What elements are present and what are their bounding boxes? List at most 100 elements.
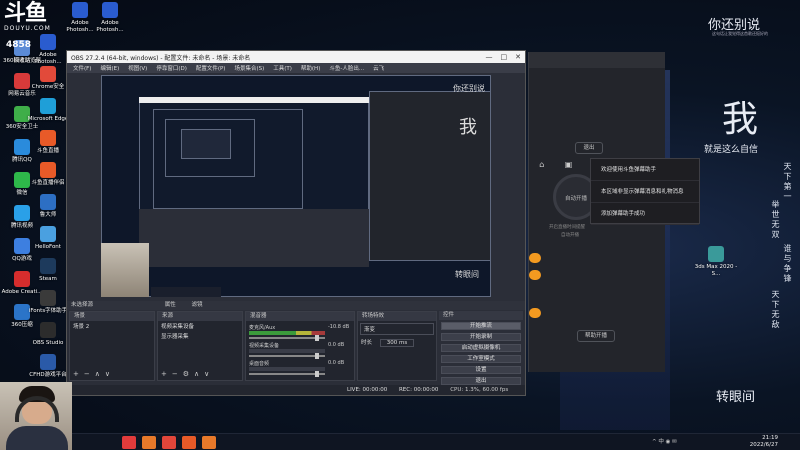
obs-menu-item[interactable]: 云飞	[373, 64, 384, 72]
app-icon	[40, 226, 56, 242]
mixer-channel-db: 0.0 dB	[328, 342, 345, 348]
desktop-icon[interactable]: Adobe Photosh...	[26, 34, 70, 65]
obs-preview[interactable]: 你还别说 我 转眼间	[101, 75, 491, 297]
desktop-icon[interactable]: Chrome安全	[26, 66, 70, 91]
popup-item: 本区域非显示弹幕消息和礼物消息	[591, 181, 699, 203]
app-icon	[40, 34, 56, 50]
desktop-icon-label: Microsoft Edge	[27, 116, 69, 122]
scene-item[interactable]: 场景 2	[70, 321, 154, 331]
taskbar-app-icon[interactable]	[162, 436, 176, 449]
wallpaper-bottom-title: 转眼间	[716, 390, 756, 405]
control-button[interactable]: 工作室模式	[441, 355, 521, 363]
desktop-icon[interactable]: Adobe Photosh...	[88, 2, 132, 33]
rec-timer: REC: 00:00:00	[398, 387, 439, 393]
douyu-logo: 斗鱼 DOUYU.COM	[4, 3, 50, 33]
desktop-icon[interactable]: 斗鱼直播	[26, 130, 70, 155]
desktop-icon-label: OBS Studio	[32, 340, 64, 346]
taskbar-app-icon[interactable]	[122, 436, 136, 449]
assistant-popup: 欢迎使用斗鱼弹幕助手 本区域非显示弹幕消息和礼物消息 添加弹幕助手成功	[590, 158, 700, 225]
mixer-header: 混音器	[246, 312, 354, 321]
app-icon	[40, 98, 56, 114]
app-icon	[40, 194, 56, 210]
control-button[interactable]: 启动虚拟摄像机	[441, 344, 521, 352]
control-button[interactable]: 开始录制	[441, 333, 521, 341]
desktop-icon[interactable]: 鲁大师	[26, 194, 70, 219]
obs-menu-item[interactable]: 场景集合(S)	[234, 64, 264, 72]
scenes-header: 场景	[70, 312, 154, 321]
taskbar-app-icon[interactable]	[142, 436, 156, 449]
control-button[interactable]: 开始推流	[441, 322, 521, 330]
volume-slider[interactable]	[249, 371, 325, 377]
control-button[interactable]: 退出	[441, 377, 521, 385]
nested-wallpaper-title: 你还别说	[453, 84, 485, 93]
desktop-icon-label: iFonts字体助手	[28, 308, 68, 314]
app-help-button[interactable]: 帮助开播	[577, 330, 615, 342]
obs-menu-item[interactable]: 视图(V)	[128, 64, 147, 72]
desktop-icon-label: HelloFont	[35, 244, 61, 250]
streamer-webcam	[0, 382, 72, 450]
photoshop-icon	[102, 2, 118, 18]
desktop-icon[interactable]: 斗鱼直播伴侣	[26, 162, 70, 187]
app-icon	[40, 322, 56, 338]
source-status: 未选择源	[71, 302, 94, 308]
source-item[interactable]: 显示器采集	[158, 331, 242, 341]
obs-menu-item[interactable]: 停靠窗口(D)	[156, 64, 187, 72]
taskbar-app-icon[interactable]	[202, 436, 216, 449]
desktop-icon[interactable]: CFHD游戏平台	[26, 354, 70, 379]
taskbar-app-icon[interactable]	[182, 436, 196, 449]
obs-menu-item[interactable]: 文件(F)	[73, 64, 91, 72]
volume-slider[interactable]	[249, 335, 325, 341]
scene-tools[interactable]: +−∧∨	[73, 370, 115, 378]
app-exit-button[interactable]: 退出	[575, 142, 603, 154]
transitions-dock: 转场特效 渐变 时长 300 ms	[357, 311, 437, 381]
desktop-icon[interactable]: OBS Studio	[26, 322, 70, 347]
obs-menu-item[interactable]: 工具(T)	[273, 64, 292, 72]
clock[interactable]: 21:19 2022/6/27	[750, 435, 778, 449]
auto-start-hint: 开启直播时间提醒	[549, 225, 585, 230]
nested-webcam	[101, 243, 149, 297]
home-icon[interactable]: ⌂	[539, 160, 544, 169]
desktop-icon-3dsmax[interactable]: 3ds Max 2020 - S...	[694, 246, 738, 277]
source-tools[interactable]: +−⚙∧∨	[161, 370, 214, 378]
minimize-icon[interactable]: —	[486, 53, 493, 61]
source-item[interactable]: 视频采集设备	[158, 321, 242, 331]
mixer-channel-name: 麦克风/Aux	[249, 325, 276, 331]
wallpaper-vertical-2: 举世无双	[771, 200, 780, 240]
nested-obs-4	[181, 129, 231, 159]
duration-label: 时长	[361, 340, 373, 346]
desktop-icon[interactable]: Microsoft Edge	[26, 98, 70, 123]
maximize-icon[interactable]: □	[501, 53, 508, 61]
desktop-icon[interactable]: iFonts字体助手	[26, 290, 70, 315]
app-icon	[40, 354, 56, 370]
app-orange-tab[interactable]	[529, 308, 541, 318]
mixer-channel-db: 0.0 dB	[328, 360, 345, 366]
control-button[interactable]: 设置	[441, 366, 521, 374]
app-orange-tab[interactable]	[529, 253, 541, 263]
wallpaper-line: 就是这么自信	[704, 145, 759, 155]
duration-input[interactable]: 300 ms	[379, 339, 415, 347]
obs-titlebar[interactable]: OBS 27.2.4 (64-bit, windows) - 配置文件: 未命名…	[67, 51, 525, 63]
transition-select[interactable]: 渐变	[360, 323, 434, 335]
obs-statusbar: LIVE: 00:00:00 REC: 00:00:00 CPU: 1.3%, …	[67, 385, 525, 395]
transitions-header: 转场特效	[358, 312, 436, 321]
desktop-icon[interactable]: Steam	[26, 258, 70, 283]
gift-icon[interactable]: ▣	[565, 160, 573, 169]
audio-meter	[249, 349, 325, 353]
douyu-logo-url: DOUYU.COM	[4, 25, 51, 32]
app-orange-tab[interactable]	[529, 270, 541, 280]
desktop-icon[interactable]: HelloFont	[26, 226, 70, 251]
app-titlebar	[529, 52, 665, 68]
obs-menu-item[interactable]: 编辑(E)	[100, 64, 119, 72]
app-icon	[40, 130, 56, 146]
sources-dock: 来源 视频采集设备 显示器采集 +−⚙∧∨	[157, 311, 243, 381]
properties-button[interactable]: 属性	[165, 302, 176, 308]
obs-menu-item[interactable]: 配置文件(P)	[196, 64, 226, 72]
obs-menu-item[interactable]: 帮助(H)	[301, 64, 320, 72]
mixer-channel-name: 视频采集设备	[249, 343, 280, 349]
system-tray[interactable]: ^ 中 ◉ ✉	[652, 437, 677, 445]
volume-slider[interactable]	[249, 353, 325, 359]
filters-button[interactable]: 滤镜	[192, 302, 203, 308]
obs-menu-item[interactable]: 斗鱼-人脸出...	[329, 64, 364, 72]
mixer-channel-db: -10.8 dB	[328, 324, 350, 330]
close-icon[interactable]: ✕	[515, 53, 521, 61]
